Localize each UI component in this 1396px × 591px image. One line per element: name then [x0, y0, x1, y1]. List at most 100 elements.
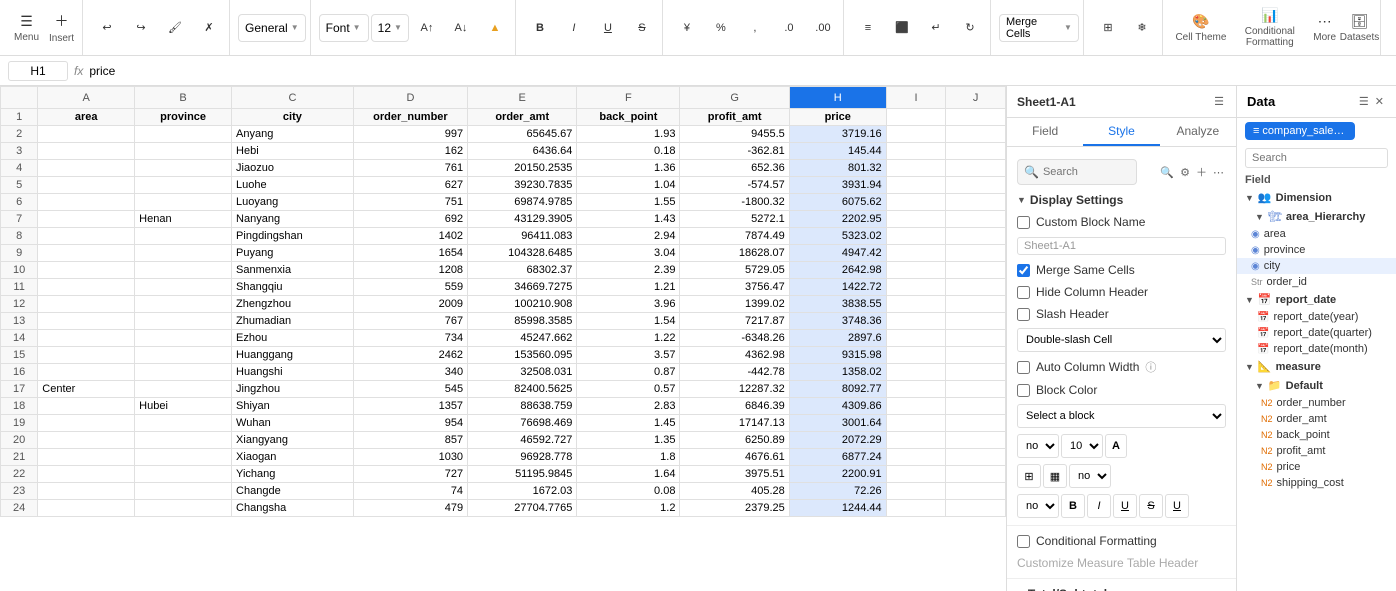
italic-format-button[interactable]: I	[1087, 494, 1111, 518]
table-cell[interactable]: 45247.662	[468, 330, 577, 347]
redo-button[interactable]: ↪	[125, 6, 157, 50]
table-cell[interactable]: Jiaozuo	[232, 160, 354, 177]
table-cell-empty[interactable]	[886, 432, 946, 449]
align-left-button[interactable]: ≡	[852, 6, 884, 50]
table-cell[interactable]: 9315.98	[789, 347, 886, 364]
table-cell[interactable]	[38, 160, 135, 177]
table-cell[interactable]: 1.36	[577, 160, 680, 177]
table-cell[interactable]: 5323.02	[789, 228, 886, 245]
table-cell[interactable]: Zhumadian	[232, 313, 354, 330]
measure-order-amt-item[interactable]: N2 order_amt	[1237, 411, 1396, 427]
table-cell[interactable]	[135, 415, 232, 432]
table-cell[interactable]: 6877.24	[789, 449, 886, 466]
table-cell[interactable]	[135, 296, 232, 313]
table-cell[interactable]: 1358.02	[789, 364, 886, 381]
table-cell-empty[interactable]	[946, 126, 1006, 143]
table-cell[interactable]: 545	[353, 381, 467, 398]
table-cell[interactable]: 7874.49	[680, 228, 789, 245]
table-cell[interactable]: 2.83	[577, 398, 680, 415]
table-cell[interactable]	[38, 313, 135, 330]
table-cell[interactable]: -574.57	[680, 177, 789, 194]
table-cell[interactable]: 153560.095	[468, 347, 577, 364]
font-size-dropdown[interactable]: 12 ▼	[371, 14, 409, 42]
table-cell[interactable]: 3.57	[577, 347, 680, 364]
table-cell[interactable]: back_point	[577, 109, 680, 126]
table-cell-empty[interactable]	[886, 500, 946, 517]
table-cell[interactable]	[135, 194, 232, 211]
table-cell[interactable]	[38, 211, 135, 228]
table-cell[interactable]: 4947.42	[789, 245, 886, 262]
underline-button[interactable]: U	[592, 6, 624, 50]
table-cell[interactable]: 76698.469	[468, 415, 577, 432]
table-cell[interactable]	[135, 126, 232, 143]
table-cell[interactable]: 1402	[353, 228, 467, 245]
hierarchy-header[interactable]: ▼ 🏗 area_Hierarchy	[1237, 207, 1396, 226]
align-no2-dropdown[interactable]: no	[1069, 464, 1111, 488]
table-cell[interactable]: Pingdingshan	[232, 228, 354, 245]
table-cell[interactable]	[38, 228, 135, 245]
table-cell[interactable]	[135, 279, 232, 296]
table-cell-empty[interactable]	[946, 398, 1006, 415]
underline-format-button[interactable]: U	[1113, 494, 1137, 518]
table-cell[interactable]: Luohe	[232, 177, 354, 194]
table-cell[interactable]: 162	[353, 143, 467, 160]
col-header-c[interactable]: C	[232, 87, 354, 109]
table-cell[interactable]: order_amt	[468, 109, 577, 126]
more-button[interactable]: ⋯ More	[1309, 6, 1341, 50]
table-cell[interactable]: Wuhan	[232, 415, 354, 432]
general-dropdown[interactable]: General ▼	[238, 14, 306, 42]
style-panel-list-icon[interactable]: ☰	[1212, 94, 1226, 109]
table-cell[interactable]	[38, 177, 135, 194]
table-cell[interactable]: Yichang	[232, 466, 354, 483]
rotate-button[interactable]: ↻	[954, 6, 986, 50]
sheet-scroll[interactable]: A B C D E F G H I J 1areaprovincecityord…	[0, 86, 1006, 591]
slash-header-checkbox[interactable]	[1017, 308, 1030, 321]
table-cell-empty[interactable]	[886, 262, 946, 279]
table-cell[interactable]	[38, 279, 135, 296]
table-cell-empty[interactable]	[946, 381, 1006, 398]
block-color-checkbox[interactable]	[1017, 384, 1030, 397]
table-cell[interactable]	[135, 466, 232, 483]
tab-style[interactable]: Style	[1083, 118, 1159, 146]
search-option2-icon[interactable]: ⚙	[1178, 163, 1192, 181]
table-cell[interactable]: 69874.9785	[468, 194, 577, 211]
table-cell[interactable]: 1030	[353, 449, 467, 466]
table-cell[interactable]: Hubei	[135, 398, 232, 415]
font-size-style-dropdown[interactable]: 10	[1061, 434, 1103, 458]
table-cell[interactable]	[135, 449, 232, 466]
col-header-b[interactable]: B	[135, 87, 232, 109]
font-dropdown[interactable]: Font ▼	[319, 14, 369, 42]
table-cell[interactable]	[38, 126, 135, 143]
table-cell[interactable]: Shangqiu	[232, 279, 354, 296]
table-cell[interactable]: 1208	[353, 262, 467, 279]
table-cell[interactable]	[135, 381, 232, 398]
default-section-header[interactable]: ▼ 📁 Default	[1237, 376, 1396, 395]
table-cell[interactable]: 3975.51	[680, 466, 789, 483]
custom-block-name-input[interactable]	[1017, 237, 1226, 255]
table-cell[interactable]: 5729.05	[680, 262, 789, 279]
table-cell-empty[interactable]	[886, 245, 946, 262]
measure-shipping-cost-item[interactable]: N2 shipping_cost	[1237, 475, 1396, 491]
table-cell[interactable]	[38, 364, 135, 381]
table-cell-empty[interactable]	[886, 194, 946, 211]
table-cell-empty[interactable]	[946, 194, 1006, 211]
table-cell-empty[interactable]	[886, 330, 946, 347]
col-header-a[interactable]: A	[38, 87, 135, 109]
table-cell[interactable]: 405.28	[680, 483, 789, 500]
merge-cells-dropdown[interactable]: Merge Cells ▼	[999, 14, 1079, 42]
table-cell[interactable]: 727	[353, 466, 467, 483]
underline2-format-button[interactable]: U	[1165, 494, 1189, 518]
table-cell[interactable]: 18628.07	[680, 245, 789, 262]
conditional-formatting-button[interactable]: 📊 Conditional Formatting	[1233, 6, 1307, 50]
report-date-quarter-item[interactable]: 📅 report_date(quarter)	[1237, 325, 1396, 341]
table-cell[interactable]	[135, 330, 232, 347]
text-align-dropdown[interactable]: no	[1017, 494, 1059, 518]
table-cell[interactable]: 6846.39	[680, 398, 789, 415]
decimal-decrease-button[interactable]: .00	[807, 6, 839, 50]
table-cell[interactable]: 72.26	[789, 483, 886, 500]
col-header-e[interactable]: E	[468, 87, 577, 109]
table-cell[interactable]	[38, 398, 135, 415]
table-cell[interactable]: Zhengzhou	[232, 296, 354, 313]
table-cell-empty[interactable]	[946, 500, 1006, 517]
table-cell[interactable]: 5272.1	[680, 211, 789, 228]
